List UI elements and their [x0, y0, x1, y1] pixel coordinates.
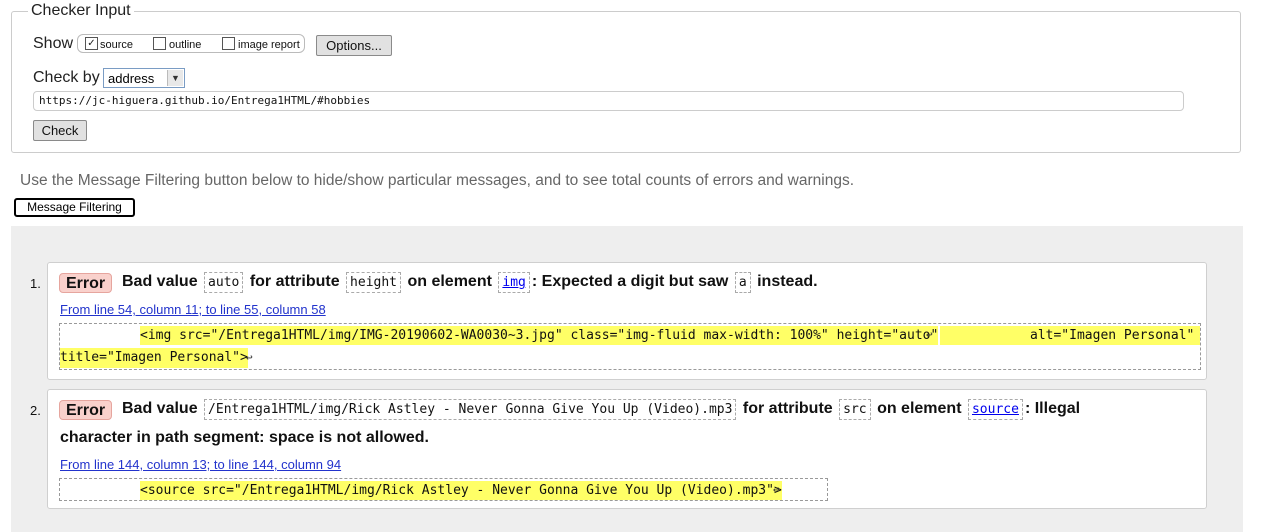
msg-text: : Expected a digit but saw [531, 273, 729, 290]
msg-text: : Illegal [1024, 400, 1081, 417]
message-filtering-button[interactable]: Message Filtering [14, 198, 135, 217]
msg-text: on element [407, 273, 492, 290]
check-by-value: address [108, 71, 155, 86]
message-number: 1. [30, 276, 41, 291]
msg-text: Bad value [122, 400, 198, 417]
code-attribute: height [346, 272, 402, 293]
message-text-1: Bad value auto for attribute height on e… [122, 272, 818, 293]
message-number: 2. [30, 403, 41, 418]
show-options-group: ✓ source outline image report [77, 34, 305, 53]
extract-code-continued: alt="Imagen Personal" [940, 326, 1200, 345]
location-link-2[interactable]: From line 144, column 13; to line 144, c… [60, 457, 341, 472]
check-button[interactable]: Check [33, 120, 87, 141]
check-by-label: Check by [33, 69, 100, 86]
filter-note: Use the Message Filtering button below t… [20, 172, 855, 189]
error-badge: Error [59, 273, 113, 293]
outline-checkbox-label[interactable]: outline [169, 39, 201, 51]
code-value: auto [204, 272, 244, 293]
checker-input-legend: Checker Input [31, 2, 131, 19]
msg-text: Bad value [122, 273, 198, 290]
show-label: Show [33, 35, 74, 52]
error-badge: Error [59, 400, 113, 420]
element-link[interactable]: img [498, 272, 530, 293]
extract-code-alt: alt="Imagen Personal" [1030, 328, 1195, 343]
checker-input-fieldset: Checker Input [11, 2, 1241, 153]
code-char: a [734, 272, 751, 293]
extract-line-1: <img src="/Entrega1HTML/img/IMG-20190602… [60, 326, 1200, 345]
msg-text: instead. [757, 273, 818, 290]
extract-code: <source src="/Entrega1HTML/img/Rick Astl… [140, 481, 782, 500]
outline-checkbox[interactable] [153, 37, 166, 50]
extract-code: title="Imagen Personal"> [60, 348, 248, 368]
chevron-down-icon[interactable]: ▼ [167, 70, 183, 86]
msg-text: for attribute [249, 273, 340, 290]
msg-text: for attribute [742, 400, 833, 417]
location-link-1[interactable]: From line 54, column 11; to line 55, col… [60, 302, 326, 317]
code-attribute: src [839, 399, 871, 420]
msg-text: on element [877, 400, 962, 417]
return-icon: ↩ [773, 483, 780, 496]
message-text-2: Bad value /Entrega1HTML/img/Rick Astley … [122, 399, 1081, 420]
extract-2: <source src="/Entrega1HTML/img/Rick Astl… [59, 478, 828, 501]
check-by-select[interactable]: address ▼ [103, 68, 185, 88]
message-text-2-continued: character in path segment: space is not … [60, 429, 429, 446]
options-button[interactable]: Options... [316, 35, 392, 56]
element-link[interactable]: source [967, 399, 1023, 420]
extract-1: <img src="/Entrega1HTML/img/IMG-20190602… [59, 323, 1201, 370]
code-value: /Entrega1HTML/img/Rick Astley - Never Go… [204, 399, 737, 420]
source-checkbox-label[interactable]: source [100, 39, 133, 51]
return-icon: ↩ [246, 351, 253, 364]
image-report-checkbox[interactable] [222, 37, 235, 50]
source-checkbox[interactable]: ✓ [85, 37, 98, 50]
image-report-checkbox-label[interactable]: image report [238, 39, 300, 51]
url-input[interactable]: https://jc-higuera.github.io/Entrega1HTM… [33, 91, 1184, 111]
extract-code: <img src="/Entrega1HTML/img/IMG-20190602… [140, 326, 939, 345]
return-icon: ↩ [926, 328, 933, 341]
